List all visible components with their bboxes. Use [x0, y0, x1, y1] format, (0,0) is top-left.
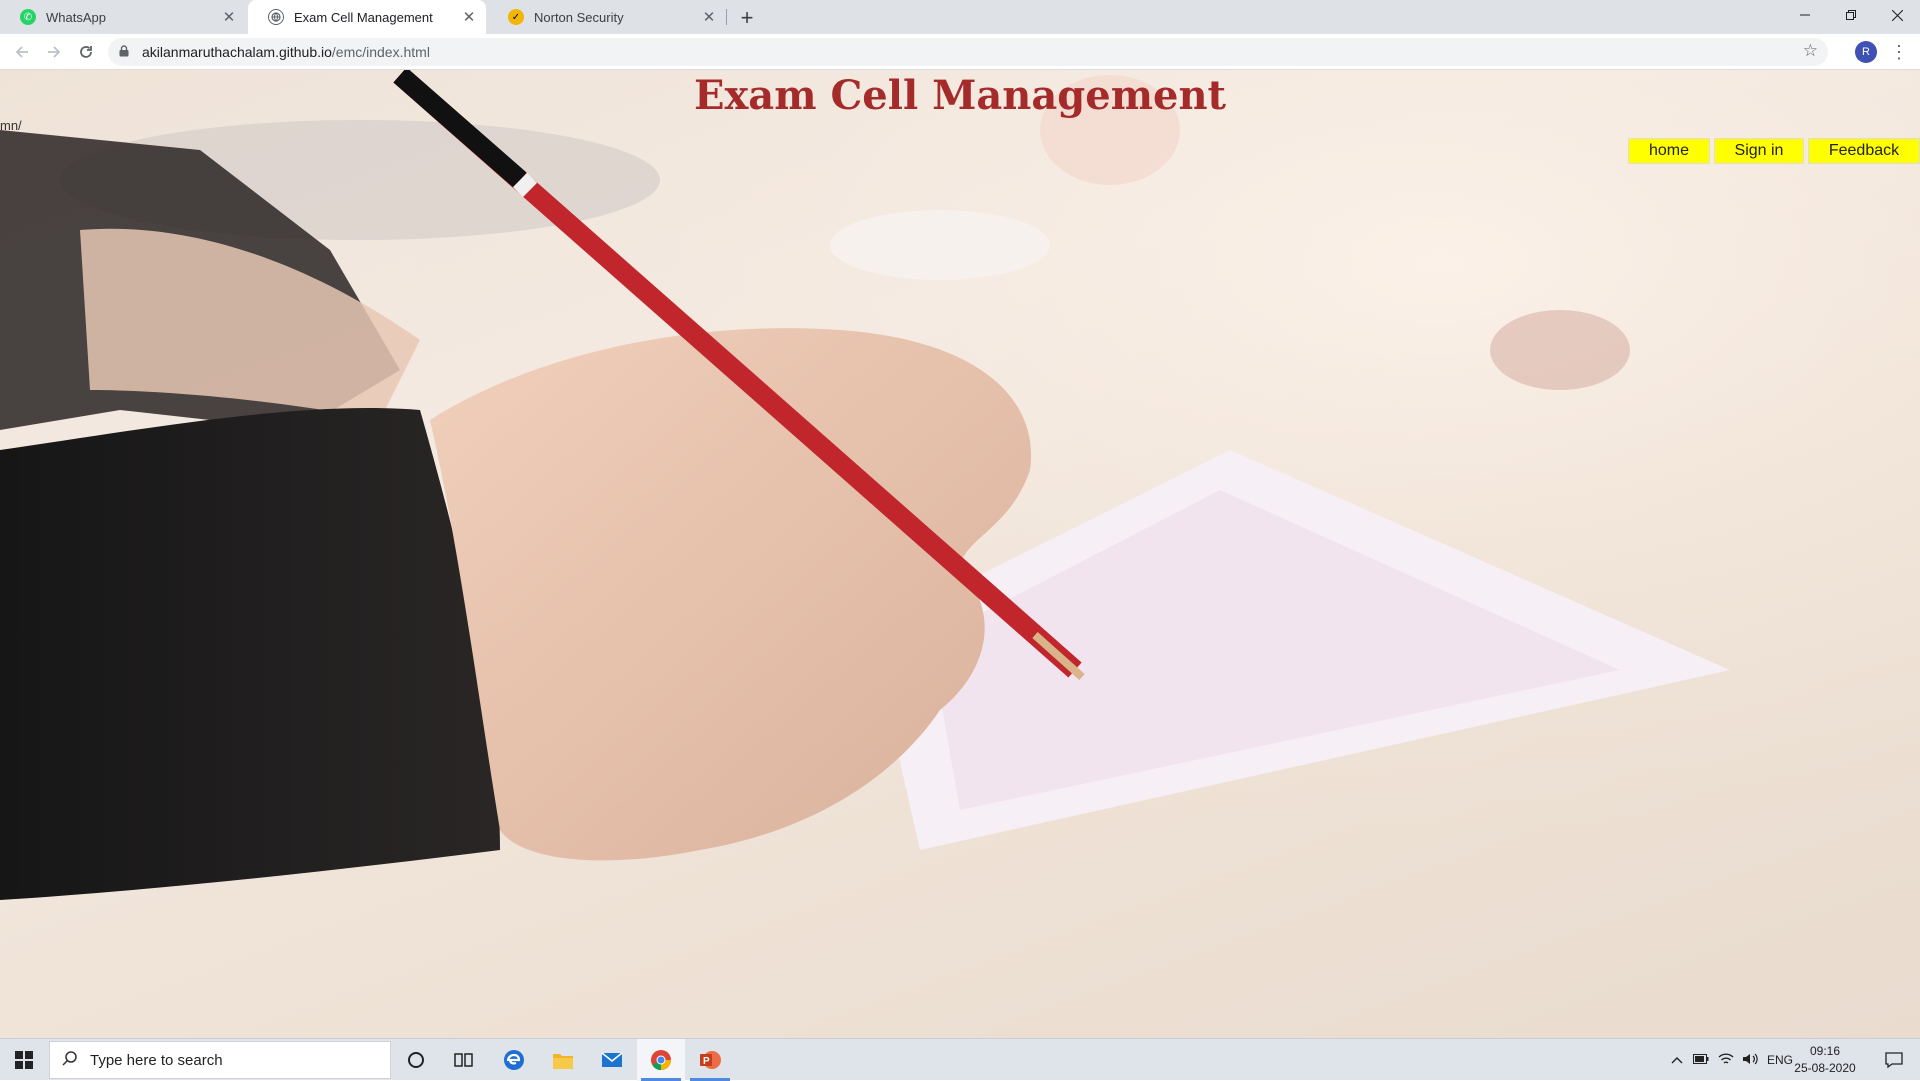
nav-feedback-button[interactable]: Feedback	[1808, 138, 1920, 164]
browser-tab-strip: ✆ WhatsApp ✕ Exam Cell Management ✕ ✓ No…	[0, 0, 1920, 34]
nav-home-button[interactable]: home	[1628, 138, 1710, 164]
tab-title: WhatsApp	[46, 9, 106, 25]
clock-time: 09:16	[1809, 1044, 1841, 1058]
tab-exam-cell-management[interactable]: Exam Cell Management ✕	[248, 0, 486, 34]
clock-date: 25-08-2020	[1794, 1061, 1856, 1075]
forward-button[interactable]	[40, 39, 68, 65]
tab-separator	[726, 9, 727, 25]
lock-icon	[116, 44, 132, 60]
close-window-button[interactable]	[1874, 0, 1920, 30]
main-nav: home Sign in Feedback	[1628, 138, 1920, 164]
cortana-icon[interactable]	[392, 1039, 440, 1081]
reload-button[interactable]	[72, 39, 100, 65]
back-arrow-icon	[15, 46, 28, 58]
back-button[interactable]	[8, 39, 36, 65]
windows-logo-icon	[15, 1051, 33, 1069]
powerpoint-icon[interactable]: P	[686, 1039, 734, 1081]
windows-taskbar: Type here to search P ENG 09:16 25-08-20…	[0, 1038, 1920, 1081]
page-title: Exam Cell Management	[693, 72, 1227, 119]
volume-icon[interactable]	[1738, 1052, 1762, 1069]
tab-title: Exam Cell Management	[294, 9, 433, 25]
norton-check-icon: ✓	[508, 9, 524, 25]
tab-whatsapp[interactable]: ✆ WhatsApp ✕	[0, 0, 246, 34]
chrome-icon[interactable]	[637, 1039, 685, 1081]
close-icon[interactable]: ✕	[458, 6, 480, 28]
profile-avatar[interactable]: R	[1855, 41, 1877, 63]
whatsapp-icon: ✆	[20, 9, 36, 25]
browser-toolbar: akilanmaruthachalam.github.io/emc/index.…	[0, 34, 1920, 70]
start-button[interactable]	[0, 1039, 48, 1081]
taskbar-clock[interactable]: 09:16 25-08-2020	[1790, 1043, 1860, 1077]
minimize-button[interactable]	[1782, 0, 1828, 30]
close-icon[interactable]: ✕	[698, 6, 720, 28]
stray-text: mn/	[0, 118, 22, 133]
browser-menu-icon[interactable]: ⋮	[1888, 39, 1910, 65]
bookmark-star-icon[interactable]: ☆	[1803, 41, 1818, 61]
close-icon[interactable]: ✕	[218, 6, 240, 28]
restore-button[interactable]	[1828, 0, 1874, 30]
chevron-up-icon[interactable]	[1666, 1053, 1688, 1067]
edge-icon[interactable]	[490, 1039, 538, 1081]
search-placeholder: Type here to search	[90, 1051, 223, 1069]
taskbar-search-box[interactable]: Type here to search	[49, 1041, 391, 1079]
task-view-icon[interactable]	[440, 1039, 488, 1081]
nav-sign-in-button[interactable]: Sign in	[1714, 138, 1804, 164]
search-icon	[50, 1050, 90, 1071]
forward-arrow-icon	[48, 46, 61, 58]
system-tray: ENG	[1666, 1039, 1798, 1081]
background-photo	[0, 70, 1920, 1038]
tab-norton-security[interactable]: ✓ Norton Security ✕	[488, 0, 726, 34]
address-bar[interactable]: akilanmaruthachalam.github.io/emc/index.…	[108, 38, 1828, 66]
mail-icon[interactable]	[588, 1039, 636, 1081]
reload-icon	[80, 46, 92, 58]
page-viewport: Exam Cell Management mn/ home Sign in Fe…	[0, 70, 1920, 1038]
tab-title: Norton Security	[534, 9, 624, 25]
globe-icon	[268, 9, 284, 25]
svg-text:P: P	[703, 1056, 710, 1067]
battery-icon[interactable]	[1688, 1053, 1714, 1067]
file-explorer-icon[interactable]	[539, 1039, 587, 1081]
url-host: akilanmaruthachalam.github.io	[142, 44, 332, 60]
url-path: /emc/index.html	[331, 44, 430, 60]
new-tab-button[interactable]: +	[734, 5, 760, 31]
wifi-icon[interactable]	[1714, 1052, 1738, 1069]
notification-center-icon[interactable]	[1870, 1039, 1918, 1081]
